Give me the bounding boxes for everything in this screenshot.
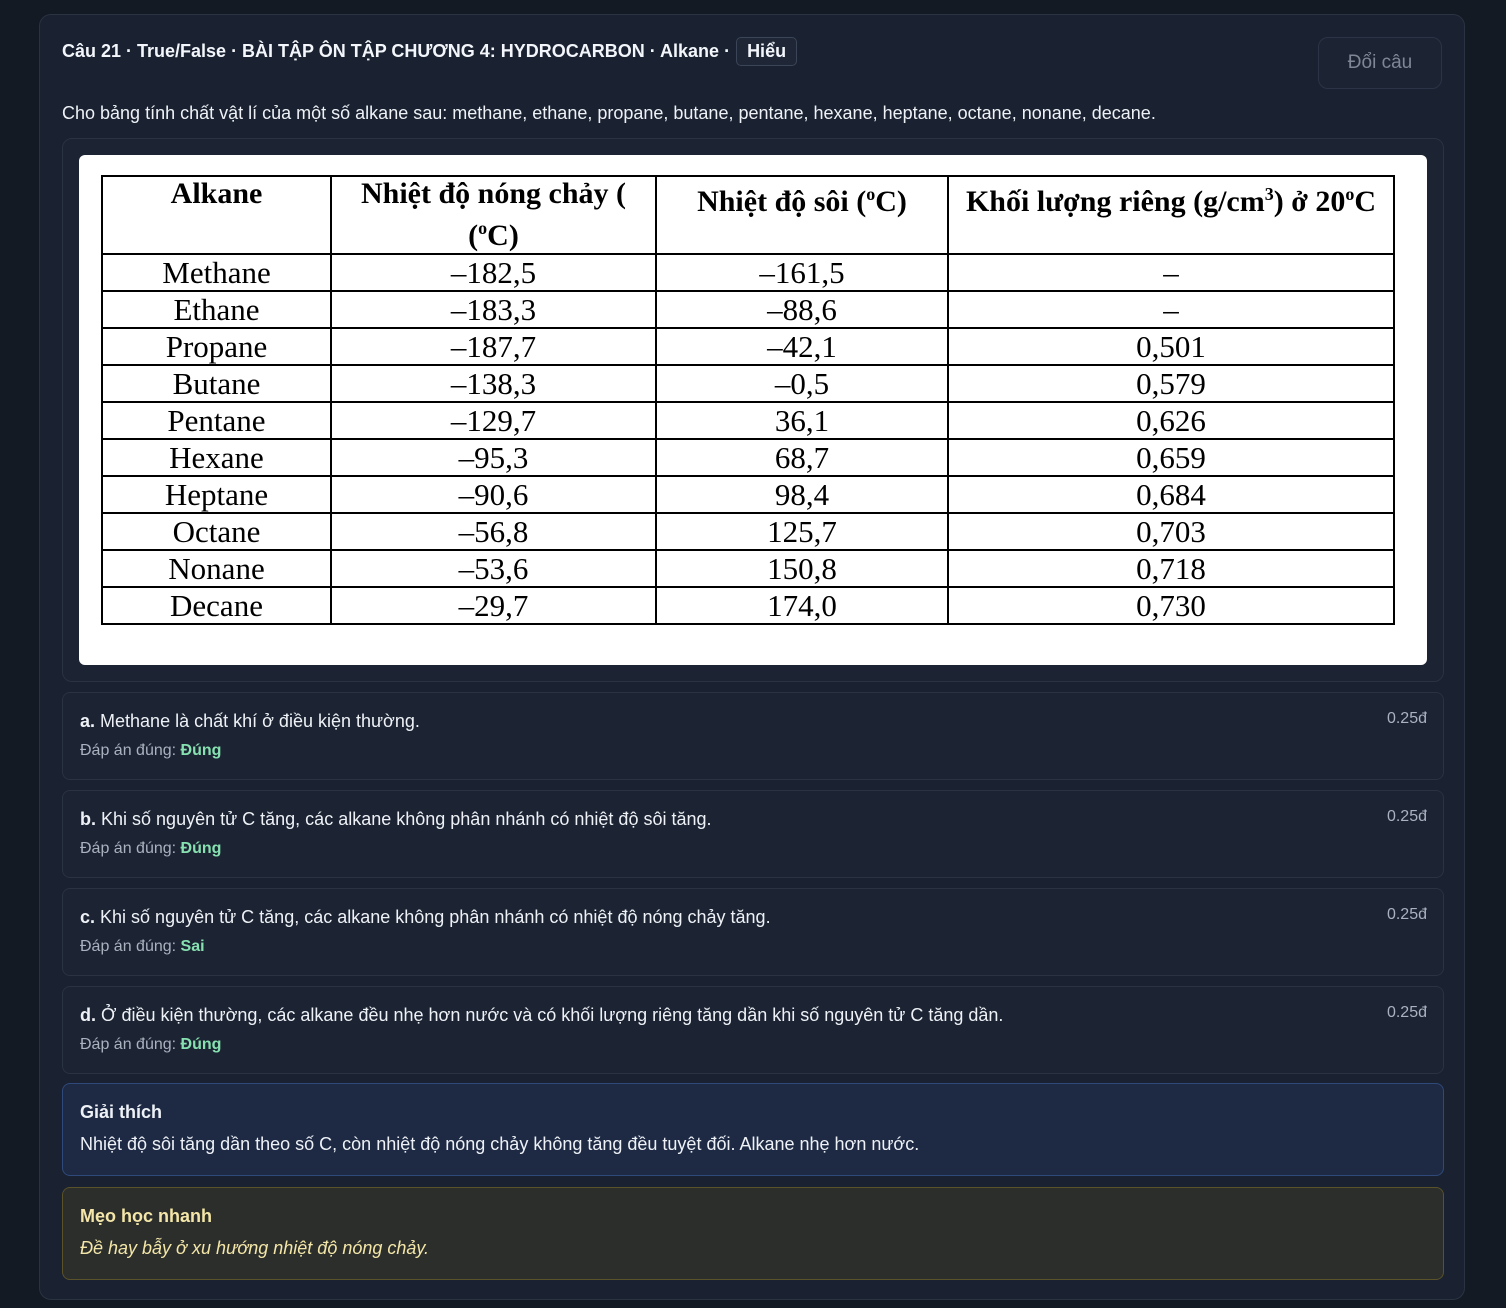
header-alkane: Alkane [101,175,332,255]
table-cell: 0,684 [947,475,1395,514]
table-cell: –90,6 [330,475,657,514]
statement-letter: b. [80,809,96,829]
statement-text: Ở điều kiện thường, các alkane đều nhẹ h… [101,1005,1004,1025]
level-badge: Hiểu [736,37,798,66]
explanation-title: Giải thích [80,1102,163,1122]
table-cell: 174,0 [655,586,949,625]
table-cell: –53,6 [330,549,657,588]
table-cell: Heptane [101,475,332,514]
table-cell: Propane [101,327,332,366]
table-cell: 98,4 [655,475,949,514]
answer-label: Đáp án đúng: [80,742,177,759]
table-cell: 125,7 [655,512,949,551]
table-cell: 0,501 [947,327,1395,366]
table-row: Ethane –183,3 –88,6– [101,290,1395,329]
tip-box: Mẹo học nhanh Đề hay bẫy ở xu hướng nhiệ… [62,1187,1444,1280]
table-row: Hexane –95,3 68,7 0,659 [101,438,1395,477]
table-row: Methane –182,5 –161,5– [101,253,1395,292]
question-header: Câu 21 · True/False · BÀI TẬP ÔN TẬP CHƯ… [62,37,798,66]
table-cell: 0,659 [947,438,1395,477]
table-row: Decane –29,7 174,0 0,730 [101,586,1395,625]
table-row: Nonane –53,6 150,8 0,718 [101,549,1395,588]
statement-letter: a. [80,711,96,731]
table-panel: Alkane Nhiệt độ nóng chảy ((oC) Nhiệt độ… [62,138,1444,682]
header-boiling-point: Nhiệt độ sôi (oC) [655,175,949,255]
statement-text: Khi số nguyên tử C tăng, các alkane khôn… [100,907,771,927]
statement-a: a. Methane là chất khí ở điều kiện thườn… [62,692,1444,780]
table-cell: –161,5 [655,253,949,292]
answer-value: Đúng [180,1036,222,1053]
table-cell: 68,7 [655,438,949,477]
alkane-properties-table: Alkane Nhiệt độ nóng chảy ((oC) Nhiệt độ… [101,175,1395,625]
answer-label: Đáp án đúng: [80,938,177,955]
table-cell: 0,579 [947,364,1395,403]
table-cell: 0,718 [947,549,1395,588]
explanation-body: Nhiệt độ sôi tăng dần theo số C, còn nhi… [80,1134,920,1154]
table-cell: –129,7 [330,401,657,440]
table-cell: 36,1 [655,401,949,440]
swap-question-button[interactable]: Đổi câu [1318,37,1442,89]
table-cell: 0,626 [947,401,1395,440]
table-cell: – [947,253,1395,292]
tip-title: Mẹo học nhanh [80,1206,212,1226]
tip-body: Đề hay bẫy ở xu hướng nhiệt độ nóng chảy… [80,1238,430,1258]
points: 0.25đ [1386,710,1427,727]
question-card: Câu 21 · True/False · BÀI TẬP ÔN TẬP CHƯ… [39,14,1465,1300]
answer-value: Sai [180,938,205,955]
statement-d: d. Ở điều kiện thường, các alkane đều nh… [62,986,1444,1074]
statement-c: c. Khi số nguyên tử C tăng, các alkane k… [62,888,1444,976]
table-cell: – [947,290,1395,329]
table-cell: Nonane [101,549,332,588]
table-header-row: Alkane Nhiệt độ nóng chảy ((oC) Nhiệt độ… [101,175,1395,255]
table-cell: 0,703 [947,512,1395,551]
statement-letter: c. [80,907,96,927]
table-cell: –0,5 [655,364,949,403]
answer-value: Đúng [180,840,222,857]
table-cell: Butane [101,364,332,403]
table-row: Butane –138,3 –0,5 0,579 [101,364,1395,403]
header-density: Khối lượng riêng (g/cm3) ở 20oC [947,175,1395,255]
degree-sup: o [478,218,488,238]
answer-label: Đáp án đúng: [80,1036,177,1053]
table-cell: –88,6 [655,290,949,329]
table-cell: –42,1 [655,327,949,366]
table-cell: Hexane [101,438,332,477]
answer-value: Đúng [180,742,222,759]
question-title: Câu 21 · True/False · BÀI TẬP ÔN TẬP CHƯ… [62,41,731,61]
points: 0.25đ [1386,1004,1427,1021]
table-cell: –95,3 [330,438,657,477]
points: 0.25đ [1386,906,1427,923]
table-cell: Pentane [101,401,332,440]
answer-label: Đáp án đúng: [80,840,177,857]
table-cell: 150,8 [655,549,949,588]
table-cell: Octane [101,512,332,551]
statement-letter: d. [80,1005,96,1025]
table-row: Pentane –129,7 36,1 0,626 [101,401,1395,440]
table-cell: –182,5 [330,253,657,292]
question-prompt: Cho bảng tính chất vật lí của một số alk… [62,103,1156,123]
statement-text: Methane là chất khí ở điều kiện thường. [100,711,420,731]
statement-text: Khi số nguyên tử C tăng, các alkane khôn… [101,809,712,829]
table-row: Propane –187,7 –42,1 0,501 [101,327,1395,366]
statement-b: b. Khi số nguyên tử C tăng, các alkane k… [62,790,1444,878]
table-row: Heptane –90,6 98,4 0,684 [101,475,1395,514]
table-cell: –56,8 [330,512,657,551]
table-cell: –138,3 [330,364,657,403]
table-cell: Ethane [101,290,332,329]
table-cell: –29,7 [330,586,657,625]
explanation-box: Giải thích Nhiệt độ sôi tăng dần theo số… [62,1083,1444,1176]
table-cell: –187,7 [330,327,657,366]
alkane-table-image: Alkane Nhiệt độ nóng chảy ((oC) Nhiệt độ… [79,155,1427,665]
header-melting-point: Nhiệt độ nóng chảy ((oC) [330,175,657,255]
table-cell: Methane [101,253,332,292]
points: 0.25đ [1386,808,1427,825]
table-cell: –183,3 [330,290,657,329]
table-cell: Decane [101,586,332,625]
table-row: Octane –56,8 125,7 0,703 [101,512,1395,551]
table-cell: 0,730 [947,586,1395,625]
